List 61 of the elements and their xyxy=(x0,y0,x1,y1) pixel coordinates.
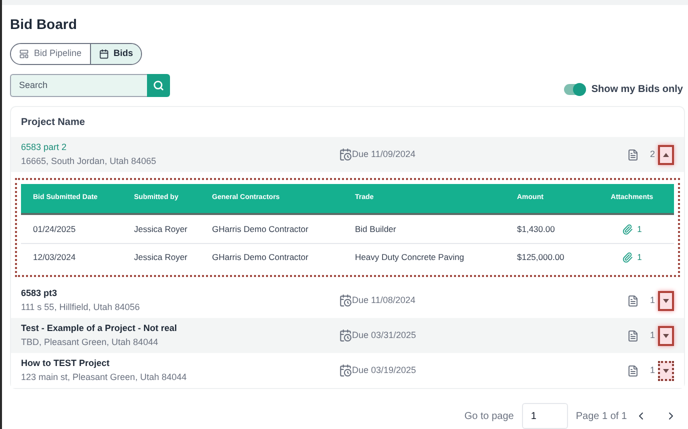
project-name: Test - Example of a Project - Not real xyxy=(21,322,178,335)
table-cell-text: 01/24/2025 xyxy=(33,222,77,236)
table-cell-text: $125,000.00 xyxy=(517,251,566,264)
table-cell-text: Bid Builder xyxy=(355,222,398,236)
expand-button[interactable] xyxy=(658,326,674,346)
project-name: 6583 pt3 xyxy=(21,287,58,300)
caret-up-icon xyxy=(663,152,669,156)
bid-count: 1 xyxy=(650,328,655,342)
calendar-clock-icon xyxy=(339,294,352,307)
paperclip-icon xyxy=(622,252,634,263)
project-address: 111 s 55, Hillfield, Utah 84056 xyxy=(21,300,141,314)
search-button[interactable] xyxy=(147,74,170,97)
project-address: 16665, South Jordan, Utah 84065 xyxy=(21,154,158,168)
go-to-page-label: Go to page xyxy=(464,410,514,424)
project-name: How to TEST Project xyxy=(21,357,111,370)
calendar-clock-icon xyxy=(339,329,352,342)
toggle-label: Show my Bids only xyxy=(591,83,683,97)
document-icon xyxy=(626,330,639,342)
table-cell-text: Jessica Royer xyxy=(134,222,188,236)
table-cell-text: GHarris Demo Contractor xyxy=(212,251,310,264)
page-title: Bid Board xyxy=(10,15,78,34)
expand-button[interactable] xyxy=(658,290,674,310)
table-cell-text: Jessica Royer xyxy=(134,251,188,264)
bid-count: 2 xyxy=(650,148,655,161)
board-icon xyxy=(19,49,29,59)
project-name: 6583 part 2 xyxy=(21,141,68,154)
expand-button[interactable] xyxy=(658,360,674,380)
page-input[interactable]: 1 xyxy=(522,403,568,429)
due-date: Due 11/09/2024 xyxy=(352,148,416,161)
due-date: Due 11/08/2024 xyxy=(352,294,416,307)
page-info: Page 1 of 1 xyxy=(576,410,627,424)
search-field[interactable]: Search xyxy=(10,74,147,97)
bid-count: 1 xyxy=(650,294,655,307)
table-cell-text: $1,430.00 xyxy=(517,222,556,236)
table-cell-text: GHarris Demo Contractor xyxy=(212,222,310,236)
due-date: Due 03/19/2025 xyxy=(352,364,418,377)
table-cell-text: 12/03/2024 xyxy=(33,251,77,264)
attachment-count[interactable]: 1 xyxy=(637,251,642,264)
caret-down-icon xyxy=(663,298,669,302)
document-icon xyxy=(626,364,639,376)
due-date: Due 03/31/2025 xyxy=(352,328,418,342)
document-icon xyxy=(626,148,639,160)
calendar-icon xyxy=(98,49,109,59)
caret-down-icon xyxy=(663,334,669,338)
project-address: TBD, Pleasant Green, Utah 84044 xyxy=(21,336,160,348)
view-tab[interactable]: Bids xyxy=(90,44,142,64)
document-icon xyxy=(626,294,639,306)
project-row[interactable]: Test - Example of a Project - Not real TBD, Pleasant Green, Utah 84044 Due 03/31/2025 1 xyxy=(11,318,684,353)
paperclip-icon xyxy=(622,224,634,234)
column-header: Project Name xyxy=(20,116,86,130)
calendar-clock-icon xyxy=(339,364,352,377)
expand-button[interactable] xyxy=(658,144,674,164)
toggle-switch[interactable] xyxy=(564,84,586,95)
bid-count: 1 xyxy=(650,364,655,377)
caret-down-icon xyxy=(663,368,669,372)
project-row[interactable]: 6583 part 2 16665, South Jordan, Utah 84065 Due 11/09/2024 2 xyxy=(11,137,684,172)
attachment-count[interactable]: 1 xyxy=(637,222,642,236)
project-address: 123 main st, Pleasant Green, Utah 84044 xyxy=(21,370,188,384)
table-cell-text: Heavy Duty Concrete Paving xyxy=(355,251,466,264)
search-icon xyxy=(153,80,164,91)
calendar-clock-icon xyxy=(339,148,352,161)
